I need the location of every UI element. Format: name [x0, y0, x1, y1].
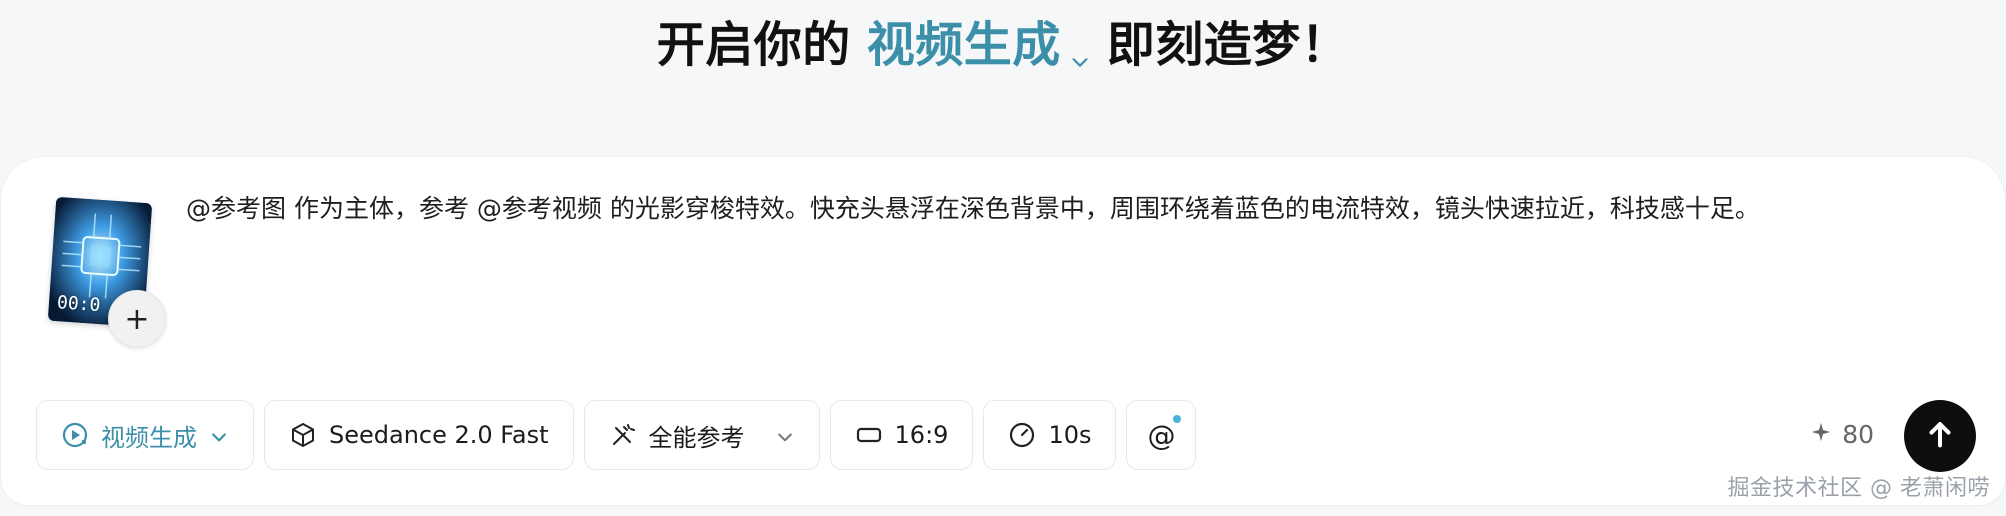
add-media-button[interactable]: +: [108, 290, 166, 348]
mode-label: 视频生成: [866, 17, 1061, 73]
page-title: 开启你的 视频生成 即刻造梦！: [0, 0, 2006, 80]
duration-button[interactable]: 10s: [983, 400, 1117, 470]
model-selector[interactable]: Seedance 2.0 Fast: [264, 400, 574, 470]
arrow-up-icon: [1923, 417, 1957, 455]
chevron-down-icon: [209, 425, 229, 445]
composer-toolbar: 视频生成 Seedance 2.0 Fast 全能参考 16:9 10s @: [36, 400, 1197, 472]
cube-icon: [289, 421, 317, 449]
mode-selector[interactable]: 视频生成: [861, 5, 1097, 75]
sparkle-icon: [1810, 420, 1832, 449]
chevron-down-icon: [1069, 29, 1091, 67]
aspect-ratio-icon: [855, 421, 883, 449]
watermark: 掘金技术社区 @ 老萧闲唠: [1727, 476, 1990, 501]
chevron-down-icon: [775, 425, 795, 445]
reference-label: 全能参考: [648, 423, 745, 452]
mode-dropdown-label: 视频生成: [101, 423, 197, 452]
title-prefix: 开启你的: [656, 17, 851, 73]
mention-label: @: [1147, 418, 1176, 452]
title-suffix: 即刻造梦！: [1106, 17, 1350, 73]
video-mode-icon: [61, 421, 89, 449]
reference-tools-icon: [609, 421, 637, 449]
aspect-ratio-button[interactable]: 16:9: [829, 400, 974, 470]
video-timecode: 00:0: [56, 292, 102, 317]
prompt-text[interactable]: @参考图 作为主体，参考 @参考视频 的光影穿梭特效。快充头悬浮在深色背景中，周…: [186, 190, 1966, 228]
credits-value: 80: [1842, 420, 1874, 449]
submit-button[interactable]: [1904, 400, 1976, 472]
aspect-ratio-label: 16:9: [894, 421, 949, 449]
mention-button[interactable]: @: [1126, 400, 1197, 470]
plus-icon: +: [124, 301, 150, 337]
reference-mode-dropdown[interactable]: 全能参考: [583, 400, 820, 470]
model-label: Seedance 2.0 Fast: [329, 421, 549, 449]
credits-display: 80: [1810, 420, 1874, 449]
duration-label: 10s: [1048, 421, 1092, 449]
notification-dot: [1173, 415, 1182, 423]
mode-dropdown[interactable]: 视频生成: [36, 400, 254, 470]
clock-icon: [1008, 421, 1036, 449]
